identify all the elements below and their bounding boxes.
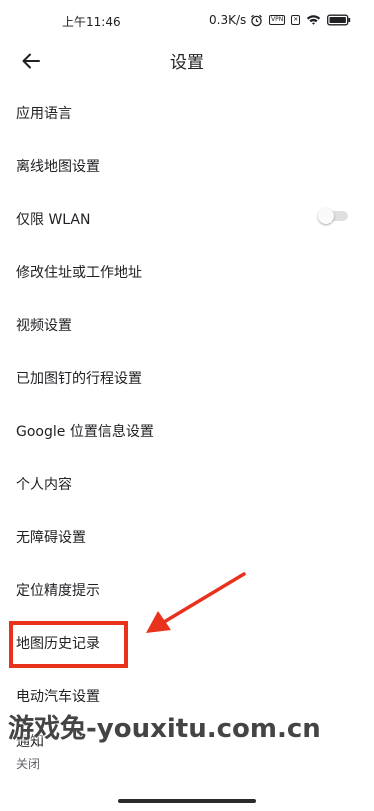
- battery-icon: [327, 14, 351, 26]
- settings-item-google-location[interactable]: Google 位置信息设置: [0, 403, 374, 456]
- settings-item-sublabel: 关闭: [16, 757, 41, 771]
- vpn-icon: VPN: [269, 15, 286, 25]
- alarm-icon: [250, 14, 263, 27]
- toggle-thumb: [318, 208, 334, 224]
- settings-item-label: 无障碍设置: [16, 530, 86, 546]
- settings-item-label: Google 位置信息设置: [16, 424, 154, 440]
- settings-item-label: 视频设置: [16, 318, 72, 334]
- settings-item-label: 离线地图设置: [16, 159, 100, 175]
- settings-item-label: 修改住址或工作地址: [16, 265, 142, 281]
- settings-item-label: 电动汽车设置: [16, 689, 100, 705]
- status-time: 上午11:46: [62, 15, 121, 29]
- settings-item-video[interactable]: 视频设置: [0, 297, 374, 350]
- page-title: 设置: [170, 53, 204, 73]
- app-bar: 设置: [0, 40, 374, 80]
- status-bar: 上午11:46 0.3K/s VPN ✕: [0, 0, 374, 40]
- annotation-arrow: [146, 572, 246, 633]
- settings-item-accessibility[interactable]: 无障碍设置: [0, 509, 374, 562]
- settings-item-label: 已加图钉的行程设置: [16, 371, 142, 387]
- settings-item-label: 应用语言: [16, 106, 72, 122]
- settings-item-offline-maps[interactable]: 离线地图设置: [0, 138, 374, 191]
- watermark: 游戏兔-youxitu.com.cn: [8, 714, 321, 744]
- wlan-only-toggle[interactable]: [318, 208, 348, 224]
- home-indicator: [118, 799, 256, 803]
- no-sim-icon: ✕: [291, 15, 301, 25]
- network-speed: 0.3K/s: [209, 13, 247, 27]
- wifi-icon: [306, 14, 321, 26]
- highlight-box: [9, 621, 128, 668]
- settings-item-label: 定位精度提示: [16, 583, 100, 599]
- settings-item-label: 仅限 WLAN: [16, 212, 91, 228]
- settings-item-pinned-trips[interactable]: 已加图钉的行程设置: [0, 350, 374, 403]
- settings-item-wlan-only[interactable]: 仅限 WLAN: [0, 191, 374, 244]
- settings-item-personal-content[interactable]: 个人内容: [0, 456, 374, 509]
- settings-item-label: 个人内容: [16, 477, 72, 493]
- settings-item-app-language[interactable]: 应用语言: [0, 85, 374, 138]
- status-icons: VPN ✕: [250, 12, 351, 28]
- settings-item-edit-address[interactable]: 修改住址或工作地址: [0, 244, 374, 297]
